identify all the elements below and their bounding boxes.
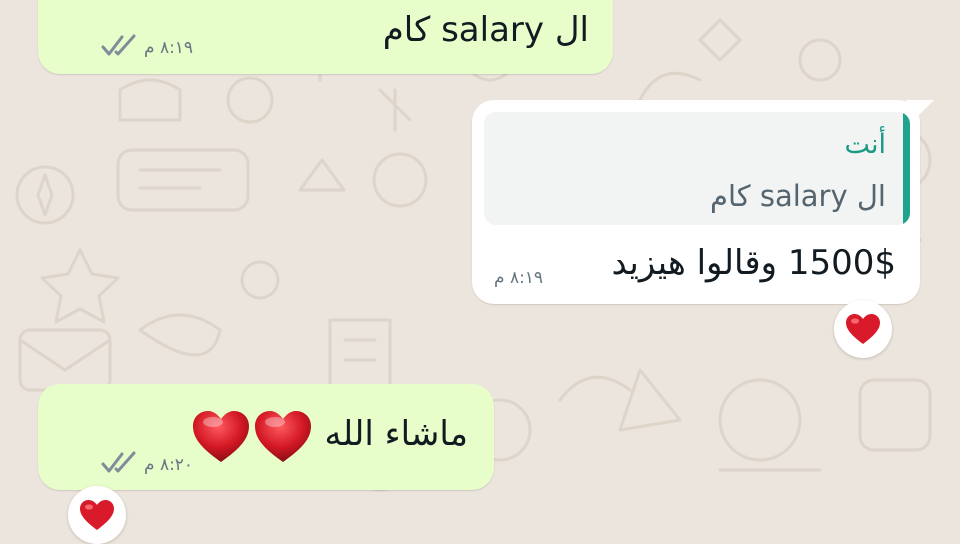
double-check-read-icon bbox=[101, 451, 136, 473]
outgoing-message-bubble[interactable]: ماشاء الله ٨:٢٠ م bbox=[38, 384, 494, 490]
double-check-read-icon bbox=[101, 34, 136, 56]
reaction-heart[interactable] bbox=[834, 300, 892, 358]
message-time: ٨:١٩ م bbox=[494, 268, 544, 288]
red-heart-icon bbox=[846, 314, 880, 344]
bubble-tail bbox=[906, 100, 934, 122]
outgoing-message-bubble[interactable]: ال salary كام ٨:١٩ م bbox=[38, 0, 613, 74]
message-text: ماشاء الله bbox=[324, 414, 468, 454]
message-text: 1500$ وقالوا هيزيد bbox=[611, 243, 896, 283]
quoted-message[interactable]: أنت ال salary كام bbox=[484, 112, 910, 225]
quote-accent-bar bbox=[903, 112, 910, 225]
quote-author: أنت bbox=[844, 129, 886, 160]
message-text: ال salary كام bbox=[382, 10, 589, 50]
incoming-message-bubble[interactable]: أنت ال salary كام 1500$ وقالوا هيزيد ٨:١… bbox=[472, 100, 934, 304]
message-time: ٨:٢٠ م bbox=[144, 455, 194, 475]
red-heart-icon bbox=[80, 500, 114, 530]
reaction-heart[interactable] bbox=[68, 486, 126, 544]
message-time: ٨:١٩ م bbox=[144, 38, 194, 58]
two-red-hearts-emoji bbox=[193, 411, 311, 462]
quote-text: ال salary كام bbox=[710, 179, 886, 213]
